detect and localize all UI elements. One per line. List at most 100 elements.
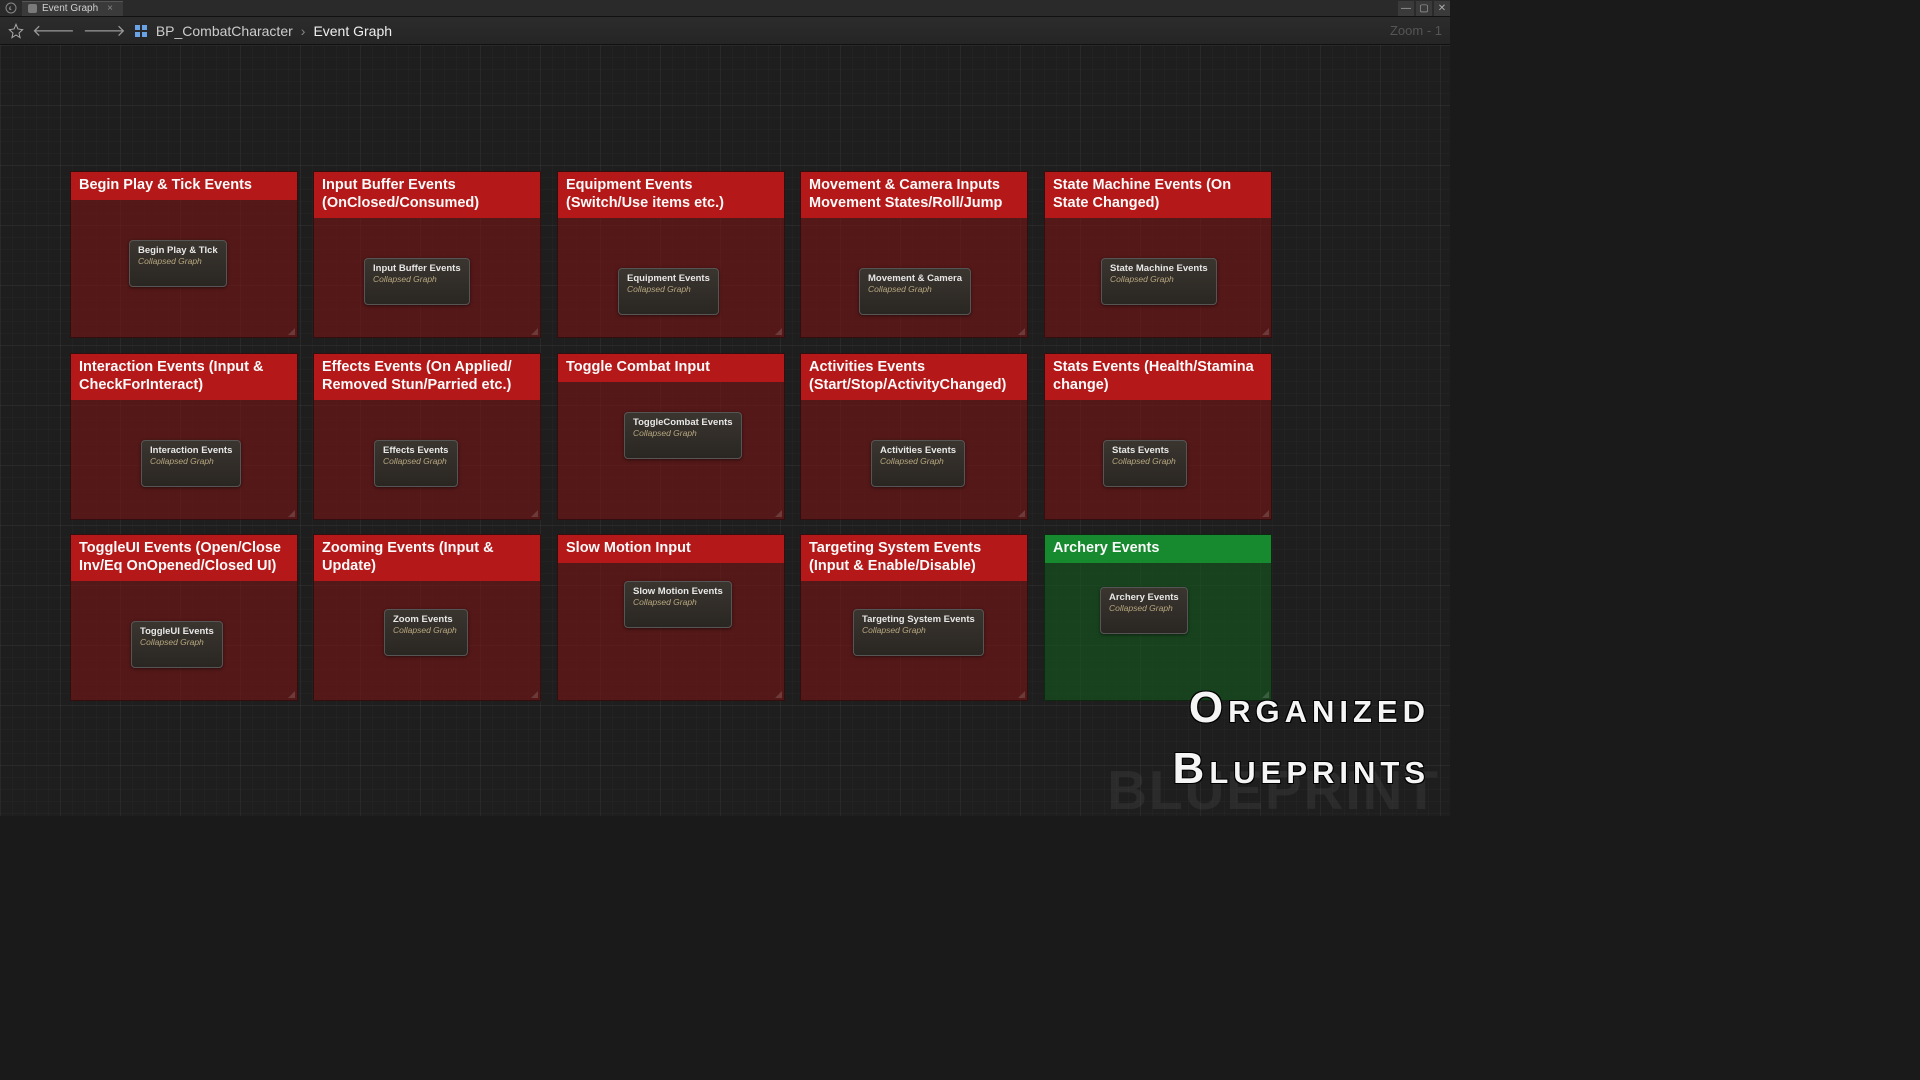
collapsed-graph-node[interactable]: State Machine EventsCollapsed Graph [1101,258,1217,305]
collapsed-graph-node[interactable]: Effects EventsCollapsed Graph [374,440,458,487]
resize-handle-icon[interactable] [1262,328,1269,335]
graph-icon [28,4,37,13]
comment-begin-play[interactable]: Begin Play & Tick Events Begin Play & TIc… [70,171,298,338]
resize-handle-icon[interactable] [775,328,782,335]
node-title: Effects Events [383,445,449,456]
node-subtitle: Collapsed Graph [633,428,733,438]
resize-handle-icon[interactable] [1018,510,1025,517]
comment-title[interactable]: Slow Motion Input [558,535,784,563]
resize-handle-icon[interactable] [1262,510,1269,517]
resize-handle-icon[interactable] [288,691,295,698]
collapsed-graph-node[interactable]: Activities EventsCollapsed Graph [871,440,965,487]
collapsed-graph-node[interactable]: ToggleCombat EventsCollapsed Graph [624,412,742,459]
comment-state-machine[interactable]: State Machine Events (On State Changed) S… [1044,171,1272,338]
comment-title[interactable]: Activities Events (Start/Stop/ActivityCh… [801,354,1027,400]
comment-title[interactable]: Stats Events (Health/Stamina change) [1045,354,1271,400]
resize-handle-icon[interactable] [1018,691,1025,698]
collapsed-graph-node[interactable]: Interaction EventsCollapsed Graph [141,440,241,487]
resize-handle-icon[interactable] [288,510,295,517]
collapsed-graph-node[interactable]: Targeting System EventsCollapsed Graph [853,609,984,656]
breadcrumb-current: Event Graph [313,23,392,39]
comment-toggle-ui[interactable]: ToggleUI Events (Open/Close Inv/Eq OnOpe… [70,534,298,701]
collapsed-graph-node[interactable]: Begin Play & TIckCollapsed Graph [129,240,227,287]
node-title: Targeting System Events [862,614,975,625]
collapsed-graph-node[interactable]: Slow Motion EventsCollapsed Graph [624,581,732,628]
tab-event-graph[interactable]: Event Graph × [22,1,123,16]
comment-title[interactable]: ToggleUI Events (Open/Close Inv/Eq OnOpe… [71,535,297,581]
collapsed-graph-node[interactable]: ToggleUI EventsCollapsed Graph [131,621,223,668]
collapsed-graph-node[interactable]: Movement & CameraCollapsed Graph [859,268,971,315]
titlebar: Event Graph × — ▢ ✕ [0,0,1450,17]
collapsed-graph-node[interactable]: Stats EventsCollapsed Graph [1103,440,1187,487]
node-subtitle: Collapsed Graph [1110,274,1208,284]
comment-targeting[interactable]: Targeting System Events (Input & Enable/… [800,534,1028,701]
node-title: Zoom Events [393,614,459,625]
comment-body: Begin Play & TIckCollapsed Graph [71,200,297,341]
comment-movement[interactable]: Movement & Camera Inputs Movement States… [800,171,1028,338]
node-title: Slow Motion Events [633,586,723,597]
comment-title[interactable]: Zooming Events (Input & Update) [314,535,540,581]
comment-title[interactable]: Equipment Events (Switch/Use items etc.) [558,172,784,218]
comment-body: State Machine EventsCollapsed Graph [1045,218,1271,359]
node-subtitle: Collapsed Graph [868,284,962,294]
node-subtitle: Collapsed Graph [633,597,723,607]
comment-effects[interactable]: Effects Events (On Applied/ Removed Stun… [313,353,541,520]
resize-handle-icon[interactable] [775,510,782,517]
comment-title[interactable]: Interaction Events (Input & CheckForInte… [71,354,297,400]
graph-canvas[interactable]: Archery EventsArchery EventsCollapsed Gr… [0,45,1450,816]
comment-title[interactable]: Movement & Camera Inputs Movement States… [801,172,1027,218]
comment-body: Zoom EventsCollapsed Graph [314,581,540,722]
resize-handle-icon[interactable] [775,691,782,698]
comment-body: Effects EventsCollapsed Graph [314,400,540,541]
resize-handle-icon[interactable] [288,328,295,335]
comment-body: Movement & CameraCollapsed Graph [801,218,1027,359]
comment-body: Slow Motion EventsCollapsed Graph [558,563,784,704]
comment-body: Equipment EventsCollapsed Graph [558,218,784,359]
node-title: Equipment Events [627,273,710,284]
resize-handle-icon[interactable] [531,691,538,698]
overlay-line-2: Blueprints [1173,738,1430,800]
minimize-button[interactable]: — [1398,1,1414,16]
comment-body: Input Buffer EventsCollapsed Graph [314,218,540,359]
node-title: Interaction Events [150,445,232,456]
node-title: ToggleUI Events [140,626,214,637]
comment-title[interactable]: Input Buffer Events (OnClosed/Consumed) [314,172,540,218]
comment-stats[interactable]: Stats Events (Health/Stamina change) Stat… [1044,353,1272,520]
comment-title[interactable]: State Machine Events (On State Changed) [1045,172,1271,218]
comment-title[interactable]: Targeting System Events (Input & Enable/… [801,535,1027,581]
node-title: State Machine Events [1110,263,1208,274]
collapsed-graph-node[interactable]: Zoom EventsCollapsed Graph [384,609,468,656]
comment-zooming[interactable]: Zooming Events (Input & Update) Zoom Even… [313,534,541,701]
node-subtitle: Collapsed Graph [1109,603,1179,613]
comment-title[interactable]: Begin Play & Tick Events [71,172,297,200]
close-icon[interactable]: × [107,3,113,14]
close-button[interactable]: ✕ [1434,1,1450,16]
breadcrumb-bar: 🡐 🡒 BP_CombatCharacter › Event Graph Zoo… [0,17,1450,45]
comment-slow-motion[interactable]: Slow Motion Input Slow Motion EventsColla… [557,534,785,701]
nav-forward-button[interactable]: 🡒 [83,20,126,41]
comment-title[interactable]: Effects Events (On Applied/ Removed Stun… [314,354,540,400]
collapsed-graph-node[interactable]: Archery EventsCollapsed Graph [1100,587,1188,634]
breadcrumb-blueprint[interactable]: BP_CombatCharacter [156,23,293,39]
maximize-button[interactable]: ▢ [1416,1,1432,16]
overlay-line-1: Organized [1173,677,1430,739]
comment-interaction[interactable]: Interaction Events (Input & CheckForInte… [70,353,298,520]
comment-input-buffer[interactable]: Input Buffer Events (OnClosed/Consumed) I… [313,171,541,338]
node-title: Activities Events [880,445,956,456]
comment-body: Activities EventsCollapsed Graph [801,400,1027,541]
collapsed-graph-node[interactable]: Equipment EventsCollapsed Graph [618,268,719,315]
overlay-caption: Organized Blueprints [1173,677,1430,800]
node-subtitle: Collapsed Graph [138,256,218,266]
comment-toggle-combat[interactable]: Toggle Combat InputToggleCombat EventsCo… [557,353,785,520]
comment-activities[interactable]: Activities Events (Start/Stop/ActivityCh… [800,353,1028,520]
resize-handle-icon[interactable] [1018,328,1025,335]
comment-body: Targeting System EventsCollapsed Graph [801,581,1027,722]
unreal-logo-icon [0,1,22,16]
nav-back-button[interactable]: 🡐 [32,20,75,41]
resize-handle-icon[interactable] [531,328,538,335]
collapsed-graph-node[interactable]: Input Buffer EventsCollapsed Graph [364,258,470,305]
node-subtitle: Collapsed Graph [1112,456,1178,466]
comment-equipment[interactable]: Equipment Events (Switch/Use items etc.)… [557,171,785,338]
favorite-icon[interactable] [8,23,24,39]
resize-handle-icon[interactable] [531,510,538,517]
